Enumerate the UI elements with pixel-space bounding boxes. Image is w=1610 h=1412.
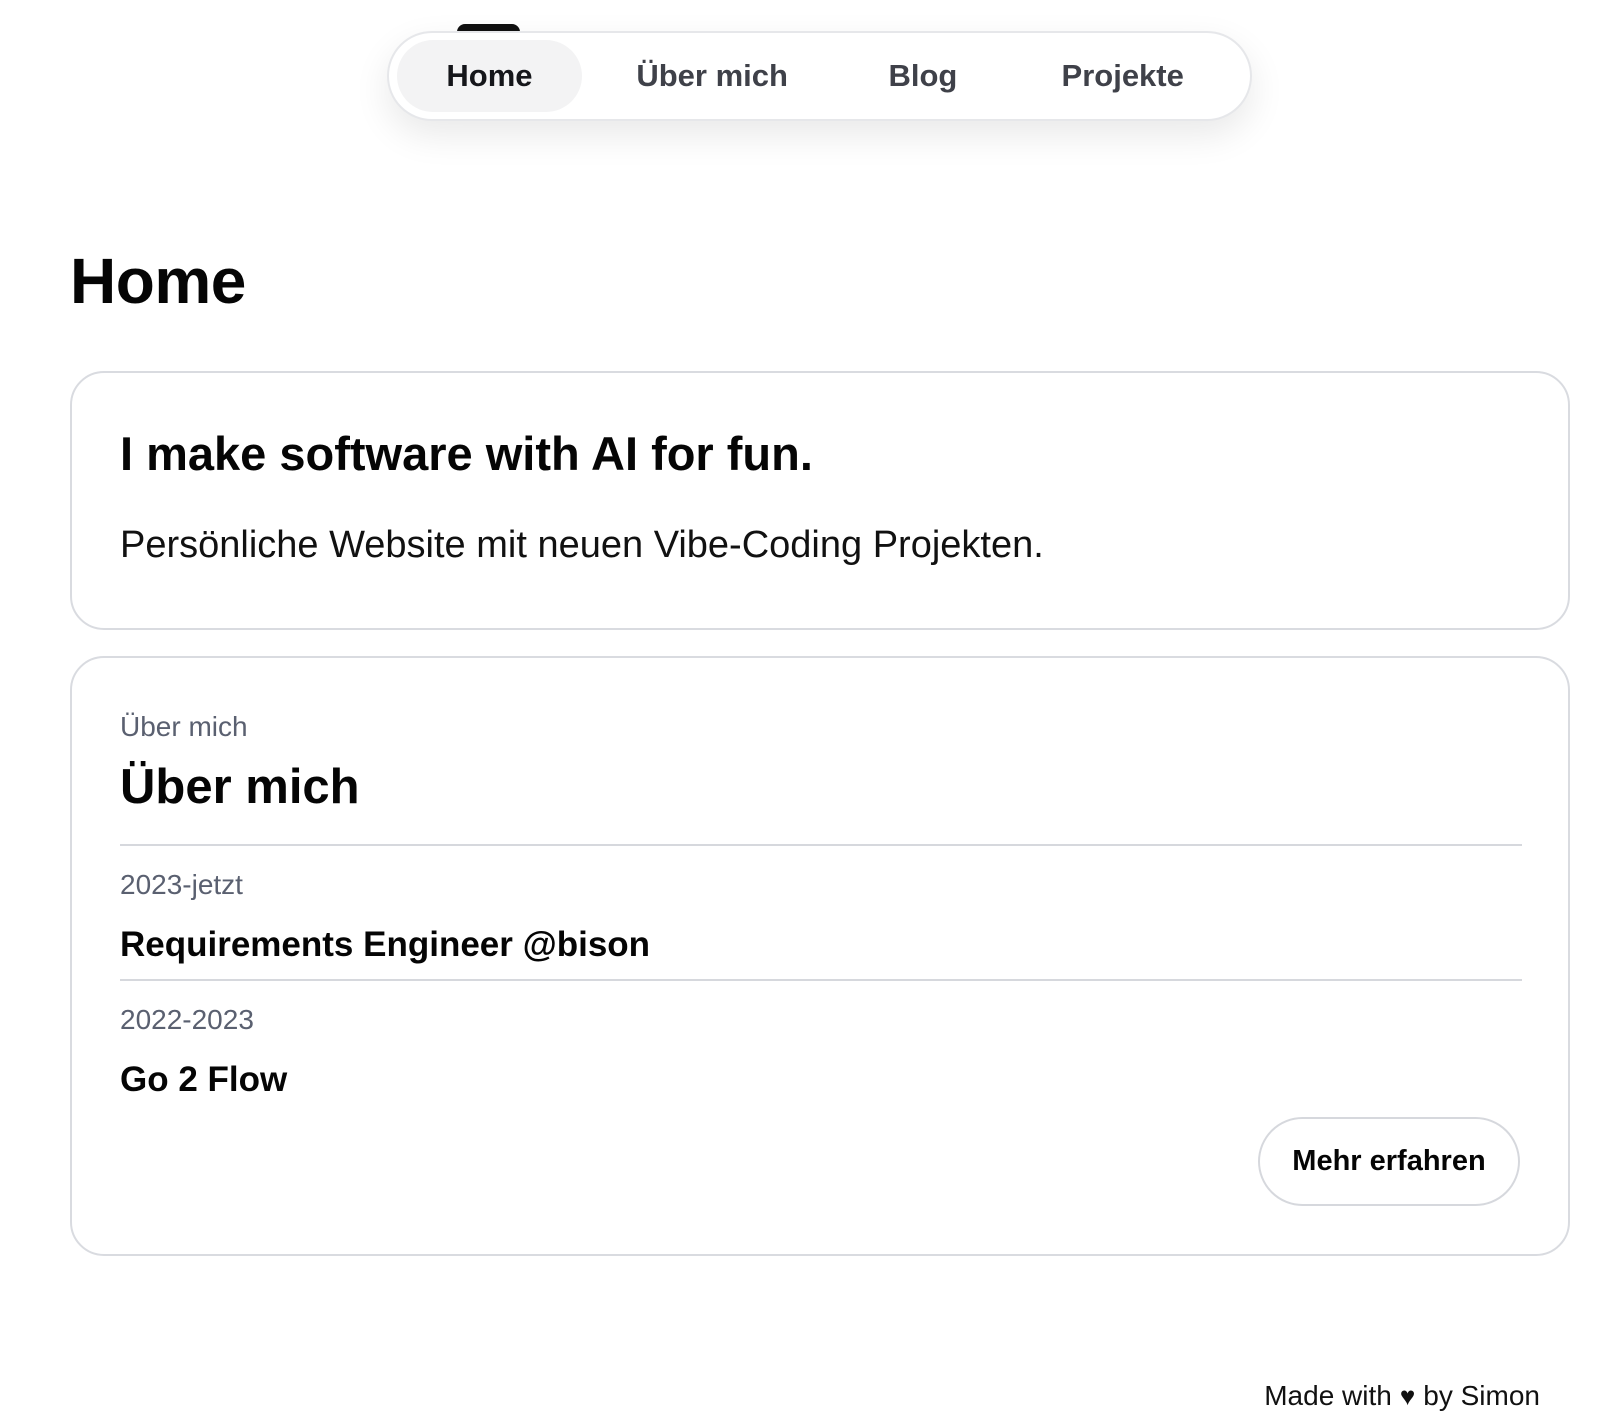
hero-card: I make software with AI for fun. Persönl… [70, 371, 1570, 630]
page-title: Home [70, 245, 246, 317]
more-button[interactable]: Mehr erfahren [1258, 1117, 1520, 1206]
nav-item-about[interactable]: Über mich [582, 40, 842, 112]
top-nav: Home Über mich Blog Projekte [387, 31, 1252, 121]
nav-item-home[interactable]: Home [397, 40, 582, 112]
about-card: Über mich Über mich 2023-jetzt Requireme… [70, 656, 1570, 1256]
job-item: 2022-2023 Go 2 Flow [120, 981, 1520, 1114]
top-nav-wrapper: Home Über mich Blog Projekte [387, 24, 1252, 121]
job-title: Requirements Engineer @bison [120, 924, 651, 964]
heart-icon: ♥ [1399, 1381, 1416, 1411]
about-title: Über mich [120, 759, 360, 814]
about-eyebrow: Über mich [120, 711, 248, 742]
hero-heading: I make software with AI for fun. [120, 427, 813, 480]
job-period: 2023-jetzt [120, 869, 243, 901]
page: Home Über mich Blog Projekte Home I make… [0, 0, 1610, 1412]
footer: Made with ♥ by Simon [1264, 1380, 1540, 1412]
footer-prefix: Made with [1264, 1380, 1392, 1411]
job-period: 2022-2023 [120, 1004, 254, 1036]
nav-item-projects[interactable]: Projekte [1003, 40, 1242, 112]
job-item: 2023-jetzt Requirements Engineer @bison [120, 846, 1520, 979]
nav-item-blog[interactable]: Blog [842, 40, 1003, 112]
footer-suffix: by Simon [1423, 1380, 1540, 1411]
job-title: Go 2 Flow [120, 1059, 288, 1099]
hero-text: Persönliche Website mit neuen Vibe-Codin… [120, 524, 1044, 567]
